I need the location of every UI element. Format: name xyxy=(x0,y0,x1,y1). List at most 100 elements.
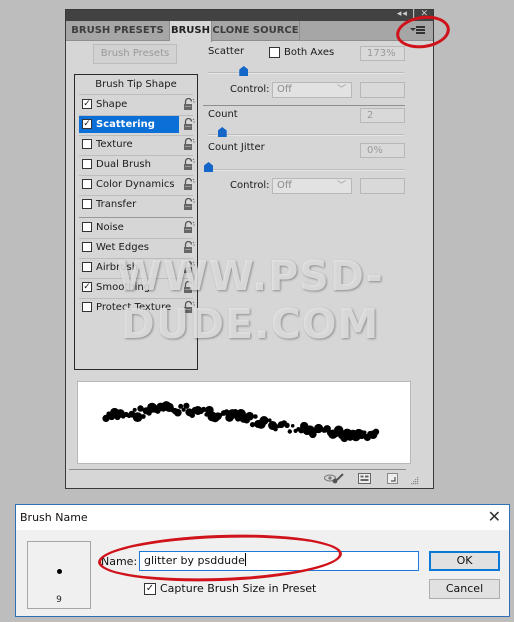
tab-clone-source[interactable]: CLONE SOURCE xyxy=(212,21,300,41)
brush-name-input[interactable]: glitter by psddude xyxy=(139,551,419,571)
list-item-texture[interactable]: Texture xyxy=(79,136,195,153)
both-axes-checkbox[interactable] xyxy=(269,47,280,58)
brush-panel: ◂◂ | ✕ BRUSH PRESETS BRUSH CLONE SOURCE … xyxy=(65,9,434,489)
brush-size-label: 9 xyxy=(56,595,62,605)
count-jitter-value[interactable]: 0% xyxy=(360,143,405,158)
lock-icon[interactable] xyxy=(183,98,195,111)
stroke-preview-image xyxy=(102,401,380,443)
scatter-control-value: Off xyxy=(277,84,292,95)
list-item-color-dynamics[interactable]: Color Dynamics xyxy=(79,176,195,193)
lock-icon[interactable] xyxy=(183,138,195,151)
footer-divider xyxy=(69,469,406,470)
count-label: Count xyxy=(208,109,238,120)
list-item-label[interactable]: Wet Edges xyxy=(79,239,179,256)
count-jitter-label: Count Jitter xyxy=(208,142,265,153)
lock-icon[interactable] xyxy=(183,158,195,171)
checkbox[interactable] xyxy=(82,302,92,312)
checkbox[interactable] xyxy=(82,179,92,189)
list-item-label[interactable]: Texture xyxy=(79,136,179,153)
scatter-control-select[interactable]: Off ﹀ xyxy=(272,82,352,98)
new-preset-icon[interactable] xyxy=(387,473,398,484)
checkbox[interactable] xyxy=(82,139,92,149)
tab-brush[interactable]: BRUSH xyxy=(170,21,212,42)
brush-presets-button[interactable]: Brush Presets xyxy=(93,44,177,64)
resize-grip-icon[interactable] xyxy=(409,475,419,485)
count-jitter-control-label: Control: xyxy=(230,180,270,191)
list-item-label[interactable]: Airbrush xyxy=(79,259,179,276)
lock-icon[interactable] xyxy=(183,261,195,274)
scatter-control-label: Control: xyxy=(230,84,270,95)
brush-stroke-preview xyxy=(77,381,411,464)
text-caret xyxy=(244,553,246,566)
section-divider xyxy=(203,105,405,106)
checkbox[interactable] xyxy=(82,242,92,252)
count-jitter-slider-thumb[interactable] xyxy=(204,162,213,172)
list-item-label[interactable]: Dual Brush xyxy=(79,156,179,173)
scatter-slider-track[interactable] xyxy=(208,72,404,74)
ok-button[interactable]: OK xyxy=(429,551,500,571)
dialog-titlebar: Brush Name ✕ xyxy=(16,505,509,530)
grid-icon[interactable] xyxy=(358,473,371,484)
count-slider-thumb[interactable] xyxy=(217,127,227,137)
tab-brush-presets[interactable]: BRUSH PRESETS xyxy=(66,21,170,41)
close-icon[interactable]: ✕ xyxy=(488,507,501,526)
lock-icon[interactable] xyxy=(183,221,195,234)
name-label: Name: xyxy=(101,555,138,568)
eye-brush-icon[interactable] xyxy=(324,473,346,484)
brush-name-dialog: Brush Name ✕ 9 Name: glitter by psddude … xyxy=(15,504,510,617)
count-jitter-control-select[interactable]: Off ﹀ xyxy=(272,178,352,194)
lock-icon[interactable] xyxy=(183,118,195,131)
list-item-label[interactable]: Noise xyxy=(79,219,179,236)
list-item-protect-texture[interactable]: Protect Texture xyxy=(79,299,195,316)
both-axes-label: Both Axes xyxy=(284,47,335,58)
lock-icon[interactable] xyxy=(183,241,195,254)
capture-brush-size-checkbox[interactable]: ✓ xyxy=(144,583,156,595)
list-item-wet-edges[interactable]: Wet Edges xyxy=(79,239,195,256)
list-item-scattering[interactable]: Scattering ✓ xyxy=(79,116,195,133)
brush-tip-dot xyxy=(57,569,62,574)
list-item-label[interactable]: Protect Texture xyxy=(79,299,179,316)
capture-brush-size-label[interactable]: Capture Brush Size in Preset xyxy=(160,582,316,595)
checkbox[interactable] xyxy=(82,159,92,169)
scatter-slider-thumb[interactable] xyxy=(239,66,249,76)
lock-icon[interactable] xyxy=(183,178,195,191)
count-value[interactable]: 2 xyxy=(360,108,405,123)
scatter-value[interactable]: 173% xyxy=(360,46,405,61)
checkbox[interactable] xyxy=(82,222,92,232)
panel-menu-icon[interactable] xyxy=(410,23,426,37)
count-jitter-slider-track[interactable] xyxy=(208,169,404,171)
count-slider-track[interactable] xyxy=(208,134,404,136)
lock-icon[interactable] xyxy=(183,301,195,314)
count-jitter-control-value-box[interactable] xyxy=(360,178,405,194)
list-item-transfer[interactable]: Transfer xyxy=(79,196,195,213)
list-item-airbrush[interactable]: Airbrush xyxy=(79,259,195,276)
checkbox[interactable] xyxy=(82,262,92,272)
panel-titlebar: ◂◂ | ✕ xyxy=(66,9,433,21)
chevron-down-icon: ﹀ xyxy=(336,181,346,191)
checkbox[interactable]: ✓ xyxy=(82,119,92,129)
scatter-control-value-box[interactable] xyxy=(360,82,405,98)
list-item-label[interactable]: Color Dynamics xyxy=(79,176,179,193)
panel-tabbar: BRUSH PRESETS BRUSH CLONE SOURCE xyxy=(66,21,433,42)
list-item-shape-dynamics[interactable]: Shape Dynamics✓ xyxy=(79,96,195,127)
lock-icon[interactable] xyxy=(183,198,195,211)
cancel-button[interactable]: Cancel xyxy=(429,579,500,599)
list-item-label[interactable]: Smoothing xyxy=(79,279,179,296)
lock-icon[interactable] xyxy=(183,281,195,294)
chevron-down-icon: ﹀ xyxy=(336,85,346,95)
panel-window-controls[interactable]: ◂◂ | ✕ xyxy=(397,9,429,19)
list-divider xyxy=(79,217,193,218)
list-item-label[interactable]: Transfer xyxy=(79,196,179,213)
dialog-title: Brush Name xyxy=(20,511,88,524)
brush-thumbnail: 9 xyxy=(27,541,91,609)
checkbox[interactable]: ✓ xyxy=(82,282,92,292)
list-item-smoothing[interactable]: Smoothing ✓ xyxy=(79,279,195,296)
checkbox[interactable]: ✓ xyxy=(82,99,92,109)
list-item-dual-brush[interactable]: Dual Brush xyxy=(79,156,195,173)
scatter-label: Scatter xyxy=(208,46,245,57)
list-item-label[interactable]: Shape Dynamics xyxy=(79,96,179,127)
list-item-brush-tip-shape[interactable]: Brush Tip Shape xyxy=(75,76,197,93)
checkbox[interactable] xyxy=(82,199,92,209)
list-item-label[interactable]: Scattering xyxy=(79,116,179,133)
list-item-noise[interactable]: Noise xyxy=(79,219,195,236)
